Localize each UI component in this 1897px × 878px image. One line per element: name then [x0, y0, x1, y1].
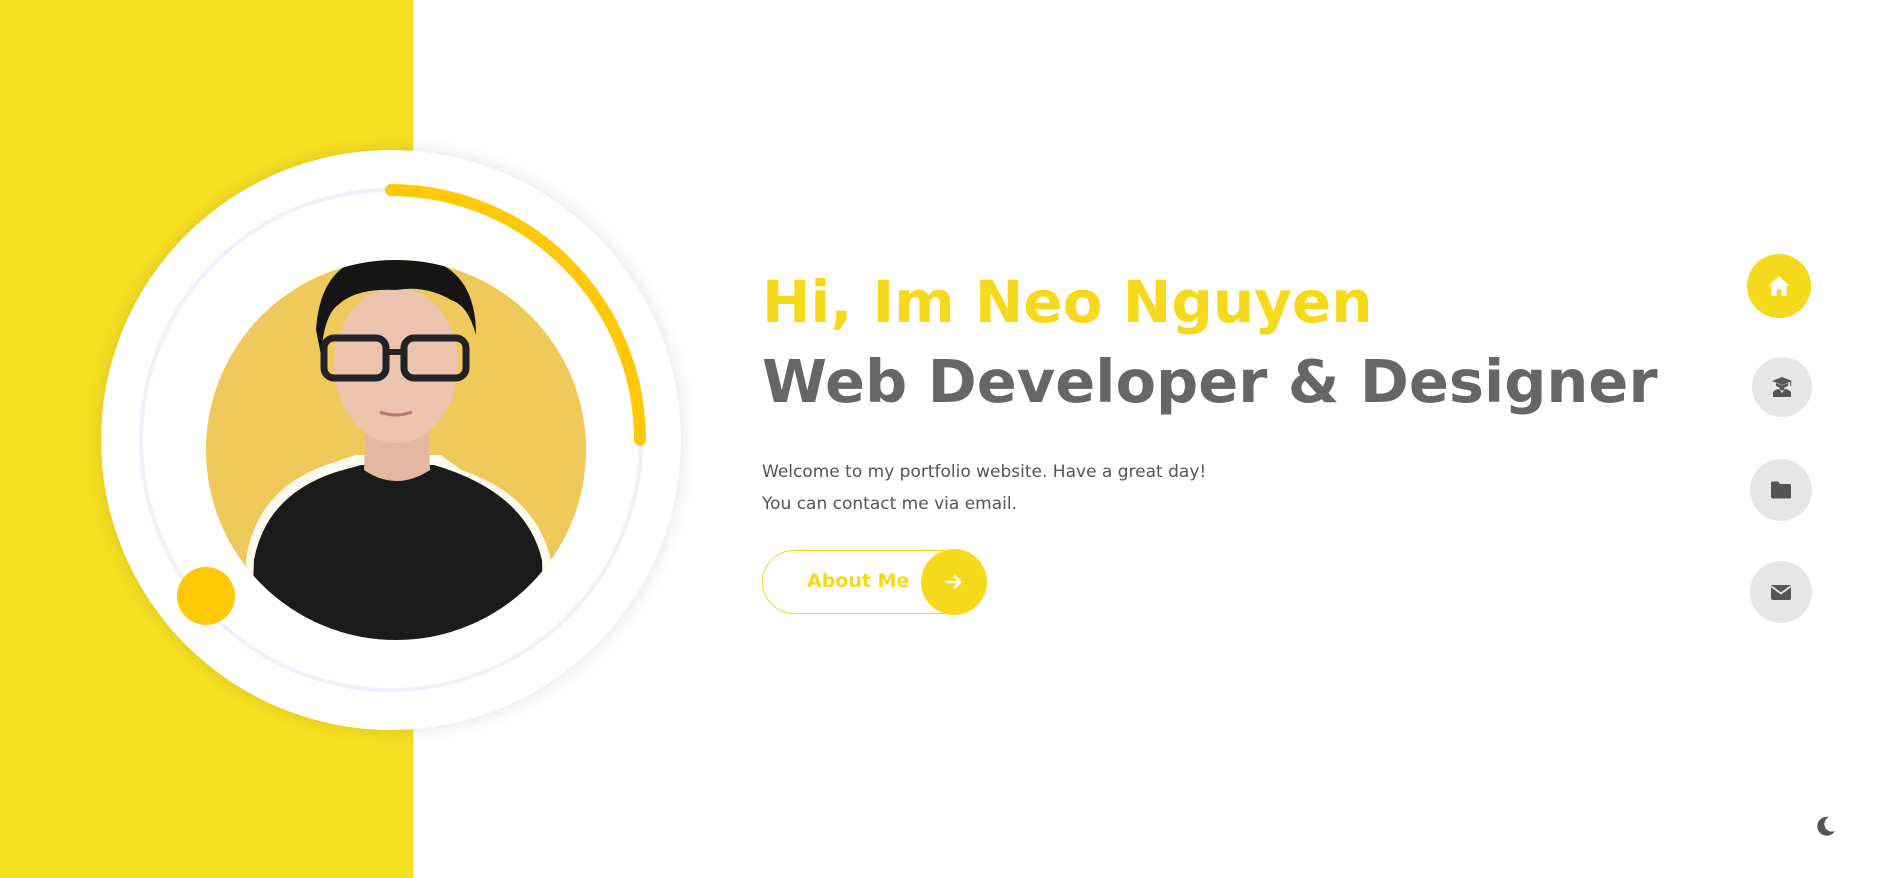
moon-icon	[1817, 816, 1835, 836]
arrow-right-icon	[921, 549, 987, 615]
hero-description: Welcome to my portfolio website. Have a …	[762, 456, 1582, 520]
hero-role: Web Developer & Designer	[762, 347, 1658, 416]
hero-section: Hi, Im Neo Nguyen Web Developer & Design…	[762, 262, 1658, 615]
avatar	[206, 260, 586, 640]
about-me-button[interactable]: About Me	[762, 549, 987, 615]
theme-toggle-button[interactable]	[1812, 812, 1840, 840]
page: Hi, Im Neo Nguyen Web Developer & Design…	[0, 0, 1897, 878]
envelope-icon	[1770, 585, 1792, 600]
nav-contact-button[interactable]	[1750, 561, 1812, 623]
hero-greeting: Hi, Im Neo Nguyen	[762, 268, 1373, 336]
nav-portfolio-button[interactable]	[1750, 459, 1812, 521]
orbit-dot	[177, 567, 235, 625]
profile-photo	[206, 260, 586, 640]
graduate-icon	[1772, 377, 1792, 397]
avatar-card	[101, 150, 681, 730]
nav-education-button[interactable]	[1752, 357, 1812, 417]
hero-description-line-2: You can contact me via email.	[762, 494, 1017, 514]
home-icon	[1768, 276, 1790, 296]
hero-description-line-1: Welcome to my portfolio website. Have a …	[762, 462, 1207, 482]
folder-icon	[1771, 481, 1791, 499]
nav-home-button[interactable]	[1747, 254, 1811, 318]
about-me-label: About Me	[807, 570, 910, 592]
